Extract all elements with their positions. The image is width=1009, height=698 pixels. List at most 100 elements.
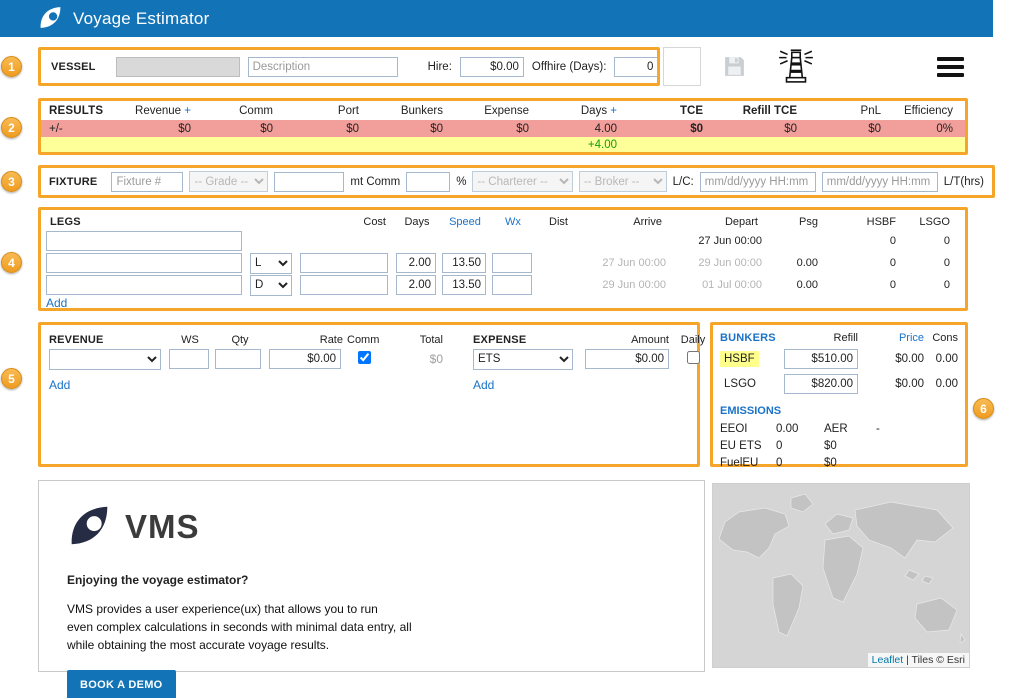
hsbf-cons-value: 0.00 bbox=[928, 353, 958, 365]
col-bunkers: Bunkers bbox=[371, 105, 455, 117]
revenue-expense-section: REVENUE WS Qty Rate Comm Total $0 Add EX… bbox=[38, 322, 700, 467]
menu-button[interactable] bbox=[937, 57, 964, 77]
lsgo-refill-input[interactable] bbox=[784, 374, 858, 394]
tce-value: $0 bbox=[629, 123, 715, 135]
results-label: RESULTS bbox=[41, 105, 111, 117]
leg3-depart: 01 Jul 00:00 bbox=[672, 279, 764, 291]
bunkers-section: BUNKERS Refill Price Cons HSBF $0.00 0.0… bbox=[710, 322, 968, 467]
lighthouse-icon bbox=[778, 72, 814, 87]
col-lsgo: LSGO bbox=[906, 216, 956, 228]
leaflet-link[interactable]: Leaflet bbox=[872, 654, 904, 666]
leg3-days-input[interactable] bbox=[396, 275, 436, 295]
section-badge-2: 2 bbox=[1, 117, 22, 138]
refill-tce-value: $0 bbox=[715, 123, 809, 135]
leg2-cost-input[interactable] bbox=[300, 253, 388, 273]
fueleu-value: 0 bbox=[776, 457, 820, 469]
bunkers-label: BUNKERS bbox=[720, 332, 776, 344]
efficiency-value: 0% bbox=[893, 123, 965, 135]
col-psg: Psg bbox=[768, 216, 824, 228]
leg2-wx-input[interactable] bbox=[492, 253, 532, 273]
leg3-speed-input[interactable] bbox=[442, 275, 486, 295]
voyage-estimator-app: Voyage Estimator 1 2 3 4 5 6 VESSEL Hire… bbox=[0, 0, 1009, 698]
expense-type-select[interactable]: ETS bbox=[473, 349, 573, 370]
save-button[interactable] bbox=[722, 54, 747, 82]
leg3-hsbf: 0 bbox=[828, 279, 902, 291]
fixture-section: FIXTURE -- Grade -- mt Comm % -- Charter… bbox=[38, 165, 995, 198]
quantity-input[interactable] bbox=[274, 172, 344, 192]
col-leg-days: Days bbox=[396, 216, 438, 228]
leg2-days-input[interactable] bbox=[396, 253, 436, 273]
fixture-number-input[interactable] bbox=[111, 172, 183, 192]
add-expense-link[interactable]: Add bbox=[473, 378, 494, 392]
world-map[interactable]: Leaflet | Tiles © Esri bbox=[712, 483, 970, 668]
revenue-row: $0 bbox=[49, 347, 443, 371]
qty-input[interactable] bbox=[215, 349, 261, 369]
leg2-speed-input[interactable] bbox=[442, 253, 486, 273]
offhire-input[interactable] bbox=[614, 57, 658, 77]
pnl-value: $0 bbox=[809, 123, 893, 135]
leg3-wx-input[interactable] bbox=[492, 275, 532, 295]
results-extra-row: +4.00 bbox=[41, 137, 965, 152]
revenue-plus-link[interactable]: + bbox=[184, 105, 191, 117]
laycan-to-input[interactable] bbox=[822, 172, 938, 192]
leg2-type-select[interactable]: L bbox=[250, 253, 292, 274]
vessel-description-input[interactable] bbox=[248, 57, 398, 77]
legs-header-row: LEGS Cost Days Speed Wx Dist Arrive Depa… bbox=[46, 213, 960, 230]
col-wx[interactable]: Wx bbox=[492, 216, 534, 228]
col-price[interactable]: Price bbox=[862, 332, 924, 344]
results-section: RESULTS Revenue + Comm Port Bunkers Expe… bbox=[38, 98, 968, 155]
expense-daily-checkbox[interactable] bbox=[687, 351, 700, 364]
hire-label: Hire: bbox=[428, 61, 452, 73]
euets-cost-value: $0 bbox=[824, 440, 872, 452]
app-title: Voyage Estimator bbox=[73, 9, 209, 29]
col-qty: Qty bbox=[215, 334, 265, 346]
leg3-type-select[interactable]: D bbox=[250, 275, 292, 296]
days-plus-link[interactable]: + bbox=[610, 105, 617, 117]
revenue-comm-checkbox[interactable] bbox=[358, 351, 371, 364]
leg2-psg: 0.00 bbox=[768, 257, 824, 269]
col-depart: Depart bbox=[672, 216, 764, 228]
col-port: Port bbox=[285, 105, 371, 117]
legs-section: LEGS Cost Days Speed Wx Dist Arrive Depa… bbox=[38, 207, 968, 311]
lighthouse-button[interactable] bbox=[778, 46, 814, 87]
add-revenue-link[interactable]: Add bbox=[49, 378, 70, 392]
charterer-select: -- Charterer -- bbox=[472, 171, 572, 192]
vms-logo-icon bbox=[67, 503, 112, 551]
col-speed[interactable]: Speed bbox=[442, 216, 488, 228]
bunkers-header-row: BUNKERS Refill Price Cons bbox=[720, 330, 958, 346]
promo-panel: VMS Enjoying the voyage estimator? VMS p… bbox=[38, 480, 705, 672]
vms-logo-text: VMS bbox=[125, 508, 200, 546]
section-badge-4: 4 bbox=[1, 252, 22, 273]
revenue-type-select[interactable] bbox=[49, 349, 161, 370]
promo-body: VMS provides a user experience(ux) that … bbox=[67, 600, 676, 654]
emission-row-euets: EU ETS 0 $0 bbox=[720, 437, 958, 454]
map-attribution: Leaflet | Tiles © Esri bbox=[868, 653, 969, 667]
menu-icon bbox=[937, 57, 964, 61]
laycan-from-input[interactable] bbox=[700, 172, 816, 192]
col-cost: Cost bbox=[300, 216, 392, 228]
euets-label: EU ETS bbox=[720, 440, 772, 452]
leg2-port-input[interactable] bbox=[46, 253, 242, 273]
book-demo-button[interactable]: BOOK A DEMO bbox=[67, 670, 176, 698]
hire-input[interactable] bbox=[460, 57, 524, 77]
expense-amount-input[interactable] bbox=[585, 349, 669, 369]
rate-input[interactable] bbox=[269, 349, 341, 369]
col-expense: Expense bbox=[455, 105, 541, 117]
leg3-lsgo: 0 bbox=[906, 279, 956, 291]
col-total: Total bbox=[385, 334, 443, 346]
section-badge-1: 1 bbox=[1, 56, 22, 77]
leg1-port-input[interactable] bbox=[46, 231, 242, 251]
vessel-section: VESSEL Hire: Offhire (Days): bbox=[38, 47, 660, 86]
leg3-port-input[interactable] bbox=[46, 275, 242, 295]
hsbf-refill-input[interactable] bbox=[784, 349, 858, 369]
leg3-cost-input[interactable] bbox=[300, 275, 388, 295]
leg-row-3: D 29 Jun 00:00 01 Jul 00:00 0.00 0 0 bbox=[46, 274, 960, 296]
percent-label: % bbox=[456, 176, 466, 188]
ws-input[interactable] bbox=[169, 349, 209, 369]
comm-percent-input[interactable] bbox=[406, 172, 450, 192]
add-leg-link[interactable]: Add bbox=[46, 296, 67, 310]
col-amount: Amount bbox=[581, 334, 669, 346]
port-value: $0 bbox=[285, 123, 371, 135]
eeoi-label: EEOI bbox=[720, 423, 772, 435]
legs-label: LEGS bbox=[46, 216, 246, 228]
